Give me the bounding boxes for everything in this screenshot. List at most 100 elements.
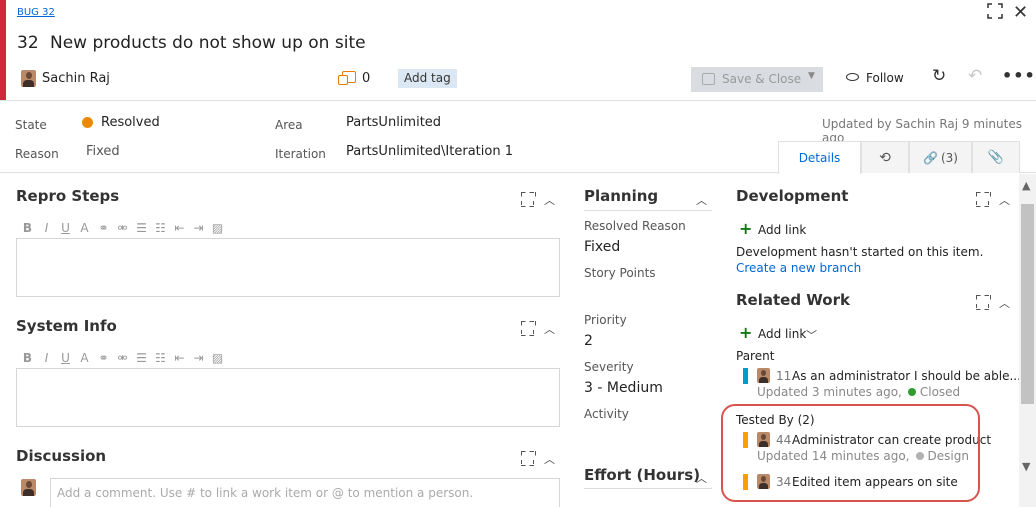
iteration-field[interactable]: PartsUnlimited\Iteration 1 (346, 144, 513, 159)
image-icon[interactable]: ▨ (211, 221, 224, 235)
system-info-editor[interactable] (16, 368, 560, 427)
work-item-id: 32 (17, 33, 39, 53)
add-tag-button[interactable]: Add tag (398, 69, 457, 88)
numbered-list-icon[interactable]: ☷ (154, 221, 167, 235)
parent-updated: Updated 3 minutes ago, (757, 385, 902, 399)
increase-indent-icon[interactable]: ⇥ (192, 221, 205, 235)
severity-field[interactable]: 3 - Medium (584, 380, 663, 396)
reason-field[interactable]: Fixed (86, 144, 120, 159)
bulleted-list-icon[interactable]: ☰ (135, 351, 148, 365)
chevron-up-icon[interactable]: ︿ (544, 321, 555, 337)
chevron-up-icon[interactable]: ︿ (999, 192, 1010, 208)
parent-id: 11 (776, 369, 792, 383)
link-icon[interactable]: ⚭ (97, 221, 110, 235)
close-icon[interactable]: ✕ (1013, 2, 1028, 23)
dev-add-link-button[interactable]: Add link (758, 223, 806, 237)
tab-history[interactable]: ⟲ (861, 141, 909, 173)
plus-icon[interactable]: + (739, 219, 752, 238)
tab-links[interactable]: 🔗 (3) (909, 141, 972, 173)
chevron-up-icon[interactable]: ▲ (1022, 179, 1030, 192)
highlight-icon[interactable]: A (78, 351, 91, 365)
discussion-title: Discussion (16, 447, 107, 465)
chevron-down-icon[interactable]: ﹀ (806, 327, 817, 343)
state-dot (907, 388, 916, 396)
parent-group-label: Parent (736, 349, 775, 363)
work-item-title[interactable]: New products do not show up on site (50, 33, 366, 53)
scrollbar-thumb[interactable] (1021, 204, 1034, 404)
chevron-down-icon[interactable]: ▼ (808, 71, 815, 81)
more-actions-icon[interactable]: ••• (1002, 66, 1036, 85)
italic-icon[interactable]: I (40, 351, 53, 365)
unlink-icon[interactable]: ⚮ (116, 351, 129, 365)
work-item-header: BUG 32 ✕ 32 New products do not show up … (0, 0, 1036, 101)
eye-icon (846, 73, 859, 81)
owner-avatar (21, 70, 36, 87)
create-branch-link[interactable]: Create a new branch (736, 261, 861, 275)
tested-by-highlight (721, 404, 980, 502)
work-item-type-link[interactable]: BUG 32 (17, 7, 55, 18)
underline-icon[interactable]: U (59, 221, 72, 235)
highlight-icon[interactable]: A (78, 221, 91, 235)
maximize-icon[interactable] (521, 192, 534, 205)
maximize-icon[interactable] (521, 451, 534, 464)
comment-input[interactable]: Add a comment. Use # to link a work item… (50, 478, 560, 507)
bold-icon[interactable]: B (21, 351, 34, 365)
sysinfo-editor-toolbar: B I U A ⚭ ⚮ ☰ ☷ ⇤ ⇥ ▨ (21, 351, 224, 365)
repro-steps-editor[interactable] (16, 238, 560, 297)
work-item-type-bar (743, 368, 748, 384)
development-title: Development (736, 187, 849, 205)
development-status-text: Development hasn't started on this item. (736, 245, 984, 259)
state-color-dot (82, 117, 93, 128)
priority-label: Priority (584, 313, 627, 327)
area-field[interactable]: PartsUnlimited (346, 115, 441, 130)
chevron-up-icon[interactable]: ︿ (696, 470, 707, 486)
planning-divider (584, 210, 712, 211)
maximize-icon[interactable] (976, 192, 989, 205)
maximize-icon[interactable] (976, 295, 989, 308)
resolved-reason-field[interactable]: Fixed (584, 239, 620, 255)
underline-icon[interactable]: U (59, 351, 72, 365)
chevron-up-icon[interactable]: ︿ (544, 451, 555, 467)
increase-indent-icon[interactable]: ⇥ (192, 351, 205, 365)
maximize-icon[interactable] (521, 321, 534, 334)
unlink-icon[interactable]: ⚮ (116, 221, 129, 235)
effort-divider (584, 488, 712, 489)
maximize-icon[interactable] (986, 2, 1004, 20)
numbered-list-icon[interactable]: ☷ (154, 351, 167, 365)
refresh-icon[interactable]: ↻ (932, 66, 946, 86)
bold-icon[interactable]: B (21, 221, 34, 235)
undo-icon[interactable]: ↶ (968, 66, 982, 86)
current-user-avatar (21, 479, 36, 496)
effort-title: Effort (Hours) (584, 466, 701, 484)
image-icon[interactable]: ▨ (211, 351, 224, 365)
bulleted-list-icon[interactable]: ☰ (135, 221, 148, 235)
planning-title: Planning (584, 187, 659, 205)
assigned-to[interactable]: Sachin Raj (42, 71, 110, 86)
state-label: State (15, 118, 47, 132)
follow-button[interactable]: Follow (846, 71, 904, 85)
severity-label: Severity (584, 360, 634, 374)
plus-icon[interactable]: + (739, 323, 752, 342)
save-label: Save & Close (722, 72, 802, 86)
comment-icon[interactable] (338, 71, 356, 85)
vertical-scrollbar[interactable]: ▲ ▼ (1019, 174, 1036, 507)
parent-title-link[interactable]: As an administrator I should be able... (792, 369, 1021, 383)
tab-details[interactable]: Details (778, 141, 861, 174)
decrease-indent-icon[interactable]: ⇤ (173, 351, 186, 365)
priority-field[interactable]: 2 (584, 333, 593, 349)
follow-label: Follow (866, 71, 904, 85)
link-icon[interactable]: ⚭ (97, 351, 110, 365)
tab-attachments[interactable]: 📎 (972, 141, 1020, 173)
history-icon: ⟲ (879, 149, 891, 166)
italic-icon[interactable]: I (40, 221, 53, 235)
decrease-indent-icon[interactable]: ⇤ (173, 221, 186, 235)
chevron-up-icon[interactable]: ︿ (999, 295, 1010, 311)
area-label: Area (275, 118, 303, 132)
related-add-link-button[interactable]: Add link (758, 327, 806, 341)
chevron-up-icon[interactable]: ︿ (696, 192, 707, 208)
chevron-down-icon[interactable]: ▼ (1022, 460, 1030, 473)
state-field[interactable]: Resolved (101, 115, 160, 130)
chevron-up-icon[interactable]: ︿ (544, 192, 555, 208)
reason-label: Reason (15, 147, 59, 161)
save-and-close-button[interactable]: Save & Close ▼ (691, 67, 823, 92)
